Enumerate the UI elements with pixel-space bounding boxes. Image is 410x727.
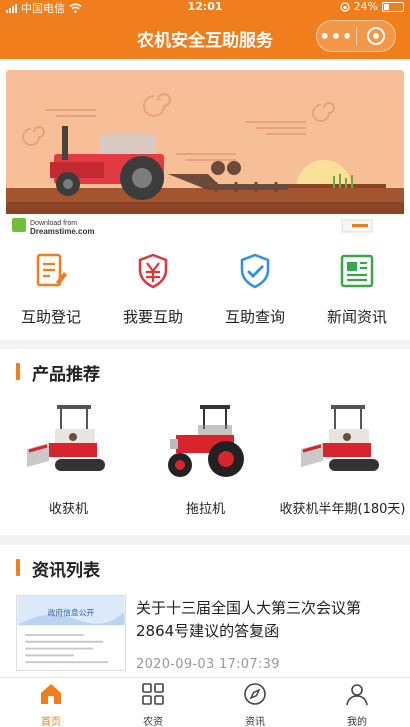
tab-label: 首页 — [41, 717, 61, 727]
products-title: 产品推荐 — [32, 365, 100, 385]
tab-label: 资讯 — [245, 717, 265, 727]
news-section: 资讯列表 政府信息公开 关于十三届全国人大第三次会议第2864号建议的答复函 2… — [0, 545, 410, 677]
banner-watermark-line2: Dreamstime.com — [30, 227, 94, 236]
status-right: 24% — [339, 0, 404, 13]
quick-item-apply[interactable]: 我要互助 — [102, 252, 204, 327]
compass-icon — [244, 683, 266, 705]
nav-bar: 农机安全互助服务 ••• — [0, 14, 410, 59]
quick-item-label: 新闻资讯 — [326, 308, 387, 326]
home-icon — [41, 684, 61, 704]
mini-program-capsule: ••• — [316, 20, 396, 52]
product-card[interactable]: 收获机半年期(180天) — [274, 401, 410, 517]
newspaper-icon — [340, 254, 374, 288]
section-accent-bar — [16, 559, 20, 576]
battery-percent: 24% — [353, 0, 378, 13]
tab-supplies[interactable]: 农资 — [102, 678, 204, 727]
tab-mine[interactable]: 我的 — [306, 678, 408, 727]
quick-item-register[interactable]: 互助登记 — [0, 252, 102, 327]
quick-item-query[interactable]: 互助查询 — [204, 252, 306, 327]
product-name: 收获机 — [48, 502, 88, 517]
more-dots-icon[interactable]: ••• — [317, 27, 356, 46]
grid-icon — [142, 683, 164, 705]
harvester-image — [300, 405, 379, 471]
tab-home[interactable]: 首页 — [0, 678, 102, 727]
product-name: 收获机半年期(180天) — [279, 502, 406, 517]
product-name: 拖拉机 — [185, 502, 225, 517]
check-shield-icon — [240, 253, 270, 289]
battery-icon — [382, 1, 404, 12]
quick-item-news[interactable]: 新闻资讯 — [306, 252, 408, 327]
register-form-icon — [36, 253, 67, 287]
orientation-lock-icon — [339, 1, 350, 12]
yuan-shield-icon — [138, 253, 168, 289]
quick-item-label: 互助查询 — [224, 308, 285, 326]
banner-watermark-line1: Download from — [30, 220, 77, 227]
news-header: 资讯列表 — [0, 545, 410, 589]
status-bar: 中国电信 12:01 24% — [0, 0, 410, 15]
section-accent-bar — [16, 363, 20, 380]
user-icon — [346, 684, 368, 706]
tab-label: 农资 — [143, 717, 163, 727]
news-item-title: 关于十三届全国人大第三次会议第2864号建议的答复函 — [136, 599, 362, 640]
page-content: Download from Dreamstime.com 互助登记 我要互助 互… — [0, 59, 410, 677]
news-thumbnail: 政府信息公开 — [16, 595, 126, 671]
target-icon[interactable] — [357, 27, 395, 45]
tab-bar: 首页 农资 资讯 我的 — [0, 677, 410, 727]
products-section: 产品推荐 收获机 拖拉机 收获机半年期(180天) — [0, 349, 410, 535]
news-thumb-text: 政府信息公开 — [48, 607, 95, 617]
quick-item-label: 互助登记 — [20, 308, 81, 326]
news-item-time: 2020-09-03 17:07:39 — [136, 657, 280, 672]
product-card[interactable]: 收获机 — [0, 401, 137, 517]
news-title: 资讯列表 — [32, 561, 100, 581]
banner-image[interactable]: Download from Dreamstime.com — [6, 70, 404, 242]
product-card[interactable]: 拖拉机 — [137, 401, 274, 517]
tab-label: 我的 — [347, 717, 367, 727]
tab-news[interactable]: 资讯 — [204, 678, 306, 727]
tractor-image — [167, 405, 244, 477]
quick-item-label: 我要互助 — [122, 308, 183, 326]
products-header: 产品推荐 — [0, 349, 410, 393]
quick-menu: 互助登记 我要互助 互助查询 新闻资讯 — [0, 242, 410, 340]
harvester-image — [26, 405, 105, 471]
